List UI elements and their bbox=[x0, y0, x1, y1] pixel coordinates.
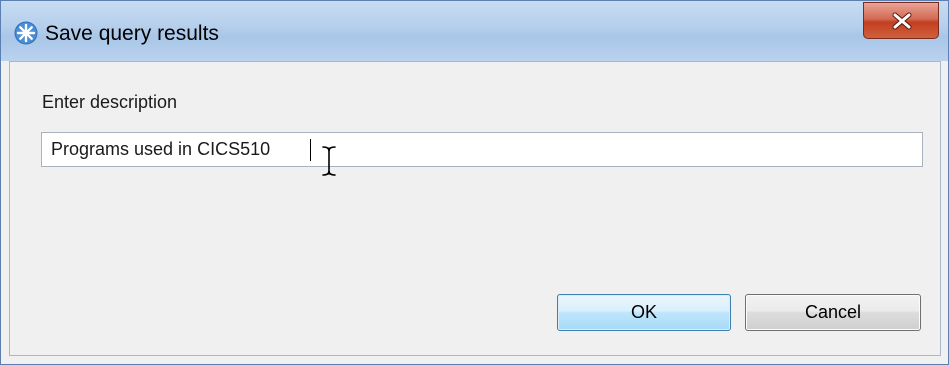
close-button[interactable] bbox=[863, 2, 939, 39]
save-query-results-dialog: Save query results Enter description Pro… bbox=[0, 0, 949, 365]
asterisk-star-icon bbox=[14, 21, 38, 45]
ibeam-cursor-icon bbox=[320, 145, 338, 182]
dialog-title: Save query results bbox=[45, 22, 219, 45]
text-caret bbox=[310, 139, 311, 161]
description-input[interactable] bbox=[41, 132, 923, 167]
title-bar[interactable]: Save query results bbox=[1, 1, 948, 61]
description-label: Enter description bbox=[42, 92, 178, 112]
close-icon bbox=[892, 12, 912, 30]
ok-button[interactable]: OK bbox=[557, 294, 731, 331]
cancel-button[interactable]: Cancel bbox=[745, 294, 921, 331]
